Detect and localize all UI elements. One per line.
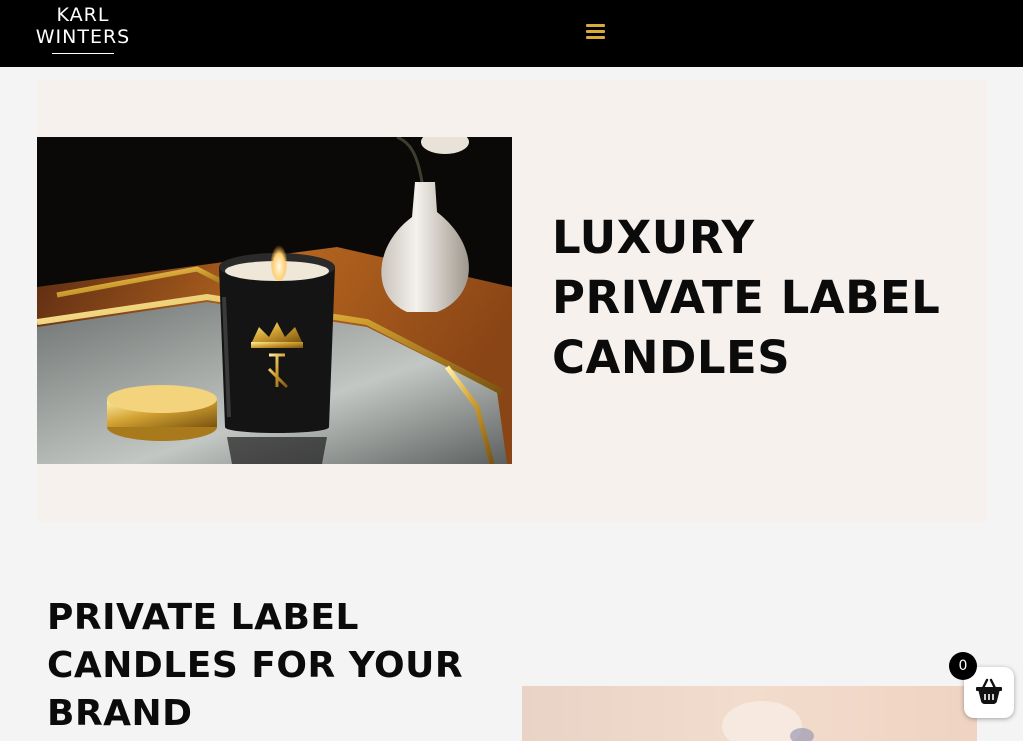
logo-line-2: WINTERS	[35, 26, 131, 48]
menu-bar	[585, 24, 605, 27]
section-title-line: CANDLES FOR YOUR	[47, 645, 464, 686]
hero-title-line: LUXURY	[552, 211, 755, 264]
site-header: KARL WINTERS	[0, 0, 1023, 67]
hero-title-line: CANDLES	[552, 331, 791, 384]
section-image	[522, 686, 977, 741]
section-photo	[522, 686, 977, 741]
brand-logo[interactable]: KARL WINTERS	[30, 4, 136, 54]
hero-title-line: PRIVATE LABEL	[552, 271, 941, 324]
section-title-line: BRAND	[47, 693, 193, 734]
hero-candle-image	[37, 137, 512, 464]
menu-bar	[585, 30, 605, 33]
cart-count-badge[interactable]: 0	[949, 652, 977, 680]
menu-bar	[585, 36, 605, 39]
candle-photo	[37, 137, 512, 464]
hero-section: LUXURY PRIVATE LABEL CANDLES	[37, 80, 987, 522]
logo-underline	[52, 53, 114, 54]
logo-line-1: KARL	[56, 4, 110, 26]
section-title: PRIVATE LABEL CANDLES FOR YOUR BRAND	[47, 594, 507, 738]
section-title-line: PRIVATE LABEL	[47, 597, 359, 638]
hero-title: LUXURY PRIVATE LABEL CANDLES	[552, 208, 972, 388]
hamburger-menu-icon[interactable]	[583, 21, 607, 43]
